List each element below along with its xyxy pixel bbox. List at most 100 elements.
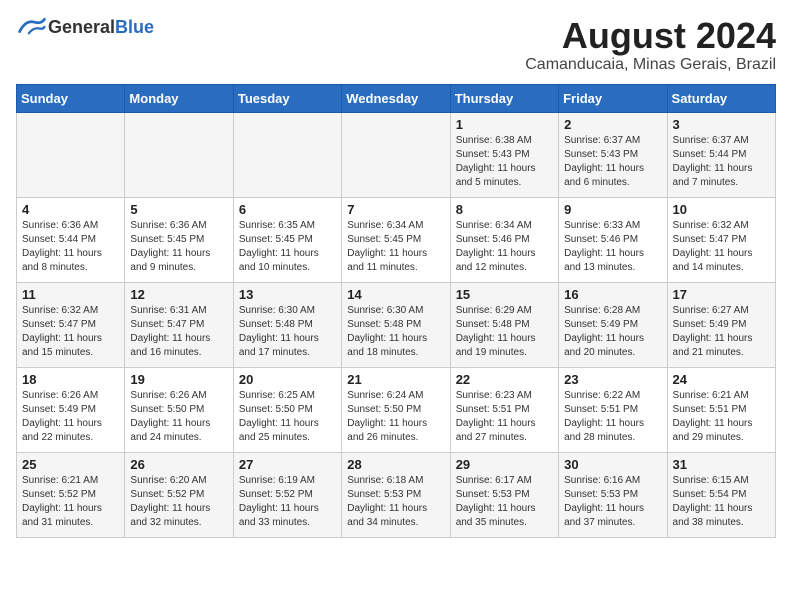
day-info: Sunrise: 6:37 AM Sunset: 5:44 PM Dayligh…	[673, 134, 770, 190]
day-info: Sunrise: 6:17 AM Sunset: 5:53 PM Dayligh…	[456, 474, 553, 530]
day-info: Sunrise: 6:34 AM Sunset: 5:46 PM Dayligh…	[456, 219, 553, 275]
calendar-cell: 26Sunrise: 6:20 AM Sunset: 5:52 PM Dayli…	[125, 452, 233, 537]
day-info: Sunrise: 6:16 AM Sunset: 5:53 PM Dayligh…	[564, 474, 661, 530]
day-number: 11	[22, 287, 119, 302]
day-number: 8	[456, 202, 553, 217]
calendar-week-row: 1 Sunrise: 6:38 AM Sunset: 5:43 PM Daylig…	[17, 112, 776, 197]
calendar-cell: 28 Sunrise: 6:18 AM Sunset: 5:53 PM Dayli…	[342, 452, 450, 537]
day-info: Sunrise: 6:29 AM Sunset: 5:48 PM Dayligh…	[456, 304, 553, 360]
day-number: 3	[673, 117, 770, 132]
calendar-cell: 3 Sunrise: 6:37 AM Sunset: 5:44 PM Daylig…	[667, 112, 775, 197]
day-number: 25	[22, 457, 119, 472]
day-number: 9	[564, 202, 661, 217]
calendar-cell: 12Sunrise: 6:31 AM Sunset: 5:47 PM Dayli…	[125, 282, 233, 367]
calendar-cell: 27Sunrise: 6:19 AM Sunset: 5:52 PM Dayli…	[233, 452, 341, 537]
calendar-cell: 5Sunrise: 6:36 AM Sunset: 5:45 PM Daylig…	[125, 197, 233, 282]
calendar-header-row: SundayMondayTuesdayWednesdayThursdayFrid…	[17, 84, 776, 112]
calendar-cell	[233, 112, 341, 197]
day-number: 21	[347, 372, 444, 387]
day-info: Sunrise: 6:36 AM Sunset: 5:45 PM Dayligh…	[130, 219, 227, 275]
day-info: Sunrise: 6:18 AM Sunset: 5:53 PM Dayligh…	[347, 474, 444, 530]
day-number: 16	[564, 287, 661, 302]
calendar-cell: 7Sunrise: 6:34 AM Sunset: 5:45 PM Daylig…	[342, 197, 450, 282]
day-info: Sunrise: 6:25 AM Sunset: 5:50 PM Dayligh…	[239, 389, 336, 445]
calendar-week-row: 25 Sunrise: 6:21 AM Sunset: 5:52 PM Dayli…	[17, 452, 776, 537]
day-info: Sunrise: 6:26 AM Sunset: 5:50 PM Dayligh…	[130, 389, 227, 445]
day-info: Sunrise: 6:23 AM Sunset: 5:51 PM Dayligh…	[456, 389, 553, 445]
logo-text-general: General	[48, 17, 115, 37]
day-number: 19	[130, 372, 227, 387]
day-info: Sunrise: 6:27 AM Sunset: 5:49 PM Dayligh…	[673, 304, 770, 360]
calendar-cell: 15 Sunrise: 6:29 AM Sunset: 5:48 PM Dayli…	[450, 282, 558, 367]
day-number: 22	[456, 372, 553, 387]
calendar-cell: 4Sunrise: 6:36 AM Sunset: 5:44 PM Daylig…	[17, 197, 125, 282]
calendar-cell: 19 Sunrise: 6:26 AM Sunset: 5:50 PM Dayli…	[125, 367, 233, 452]
calendar-header-wednesday: Wednesday	[342, 84, 450, 112]
calendar-cell: 29 Sunrise: 6:17 AM Sunset: 5:53 PM Dayli…	[450, 452, 558, 537]
day-number: 28	[347, 457, 444, 472]
calendar-cell: 30 Sunrise: 6:16 AM Sunset: 5:53 PM Dayli…	[559, 452, 667, 537]
calendar-cell: 24 Sunrise: 6:21 AM Sunset: 5:51 PM Dayli…	[667, 367, 775, 452]
day-number: 10	[673, 202, 770, 217]
day-info: Sunrise: 6:38 AM Sunset: 5:43 PM Dayligh…	[456, 134, 553, 190]
calendar-cell: 10 Sunrise: 6:32 AM Sunset: 5:47 PM Dayli…	[667, 197, 775, 282]
calendar-cell: 13Sunrise: 6:30 AM Sunset: 5:48 PM Dayli…	[233, 282, 341, 367]
day-number: 12	[130, 287, 227, 302]
calendar-week-row: 4Sunrise: 6:36 AM Sunset: 5:44 PM Daylig…	[17, 197, 776, 282]
calendar-cell: 1 Sunrise: 6:38 AM Sunset: 5:43 PM Daylig…	[450, 112, 558, 197]
calendar-cell	[125, 112, 233, 197]
logo-text-blue: Blue	[115, 17, 154, 37]
calendar-week-row: 11Sunrise: 6:32 AM Sunset: 5:47 PM Dayli…	[17, 282, 776, 367]
day-number: 27	[239, 457, 336, 472]
calendar-cell	[17, 112, 125, 197]
title-area: August 2024 Camanducaia, Minas Gerais, B…	[525, 16, 776, 74]
main-title: August 2024	[525, 16, 776, 56]
calendar-cell: 2 Sunrise: 6:37 AM Sunset: 5:43 PM Daylig…	[559, 112, 667, 197]
calendar-header-thursday: Thursday	[450, 84, 558, 112]
day-number: 24	[673, 372, 770, 387]
calendar-cell: 6Sunrise: 6:35 AM Sunset: 5:45 PM Daylig…	[233, 197, 341, 282]
day-number: 14	[347, 287, 444, 302]
day-info: Sunrise: 6:28 AM Sunset: 5:49 PM Dayligh…	[564, 304, 661, 360]
calendar-cell: 22 Sunrise: 6:23 AM Sunset: 5:51 PM Dayli…	[450, 367, 558, 452]
calendar-cell: 25 Sunrise: 6:21 AM Sunset: 5:52 PM Dayli…	[17, 452, 125, 537]
day-info: Sunrise: 6:37 AM Sunset: 5:43 PM Dayligh…	[564, 134, 661, 190]
logo-icon	[18, 16, 46, 38]
calendar-cell: 23 Sunrise: 6:22 AM Sunset: 5:51 PM Dayli…	[559, 367, 667, 452]
calendar-cell: 9Sunrise: 6:33 AM Sunset: 5:46 PM Daylig…	[559, 197, 667, 282]
day-info: Sunrise: 6:34 AM Sunset: 5:45 PM Dayligh…	[347, 219, 444, 275]
calendar-header-monday: Monday	[125, 84, 233, 112]
day-info: Sunrise: 6:32 AM Sunset: 5:47 PM Dayligh…	[673, 219, 770, 275]
day-number: 15	[456, 287, 553, 302]
day-number: 1	[456, 117, 553, 132]
calendar-cell: 17Sunrise: 6:27 AM Sunset: 5:49 PM Dayli…	[667, 282, 775, 367]
day-info: Sunrise: 6:15 AM Sunset: 5:54 PM Dayligh…	[673, 474, 770, 530]
sub-title: Camanducaia, Minas Gerais, Brazil	[525, 56, 776, 74]
day-number: 29	[456, 457, 553, 472]
logo: GeneralBlue	[16, 16, 154, 38]
calendar-cell	[342, 112, 450, 197]
day-number: 30	[564, 457, 661, 472]
calendar-cell: 18Sunrise: 6:26 AM Sunset: 5:49 PM Dayli…	[17, 367, 125, 452]
calendar-table: SundayMondayTuesdayWednesdayThursdayFrid…	[16, 84, 776, 538]
calendar-cell: 16 Sunrise: 6:28 AM Sunset: 5:49 PM Dayli…	[559, 282, 667, 367]
header: GeneralBlue August 2024 Camanducaia, Min…	[16, 16, 776, 74]
calendar-cell: 20 Sunrise: 6:25 AM Sunset: 5:50 PM Dayli…	[233, 367, 341, 452]
day-info: Sunrise: 6:22 AM Sunset: 5:51 PM Dayligh…	[564, 389, 661, 445]
calendar-cell: 31Sunrise: 6:15 AM Sunset: 5:54 PM Dayli…	[667, 452, 775, 537]
day-number: 23	[564, 372, 661, 387]
day-number: 2	[564, 117, 661, 132]
day-info: Sunrise: 6:30 AM Sunset: 5:48 PM Dayligh…	[239, 304, 336, 360]
calendar-week-row: 18Sunrise: 6:26 AM Sunset: 5:49 PM Dayli…	[17, 367, 776, 452]
day-info: Sunrise: 6:30 AM Sunset: 5:48 PM Dayligh…	[347, 304, 444, 360]
day-number: 20	[239, 372, 336, 387]
day-info: Sunrise: 6:21 AM Sunset: 5:51 PM Dayligh…	[673, 389, 770, 445]
calendar-body: 1 Sunrise: 6:38 AM Sunset: 5:43 PM Daylig…	[17, 112, 776, 537]
day-info: Sunrise: 6:36 AM Sunset: 5:44 PM Dayligh…	[22, 219, 119, 275]
calendar-header-friday: Friday	[559, 84, 667, 112]
calendar-cell: 11Sunrise: 6:32 AM Sunset: 5:47 PM Dayli…	[17, 282, 125, 367]
day-info: Sunrise: 6:21 AM Sunset: 5:52 PM Dayligh…	[22, 474, 119, 530]
calendar-cell: 8 Sunrise: 6:34 AM Sunset: 5:46 PM Daylig…	[450, 197, 558, 282]
calendar-header-saturday: Saturday	[667, 84, 775, 112]
day-info: Sunrise: 6:24 AM Sunset: 5:50 PM Dayligh…	[347, 389, 444, 445]
